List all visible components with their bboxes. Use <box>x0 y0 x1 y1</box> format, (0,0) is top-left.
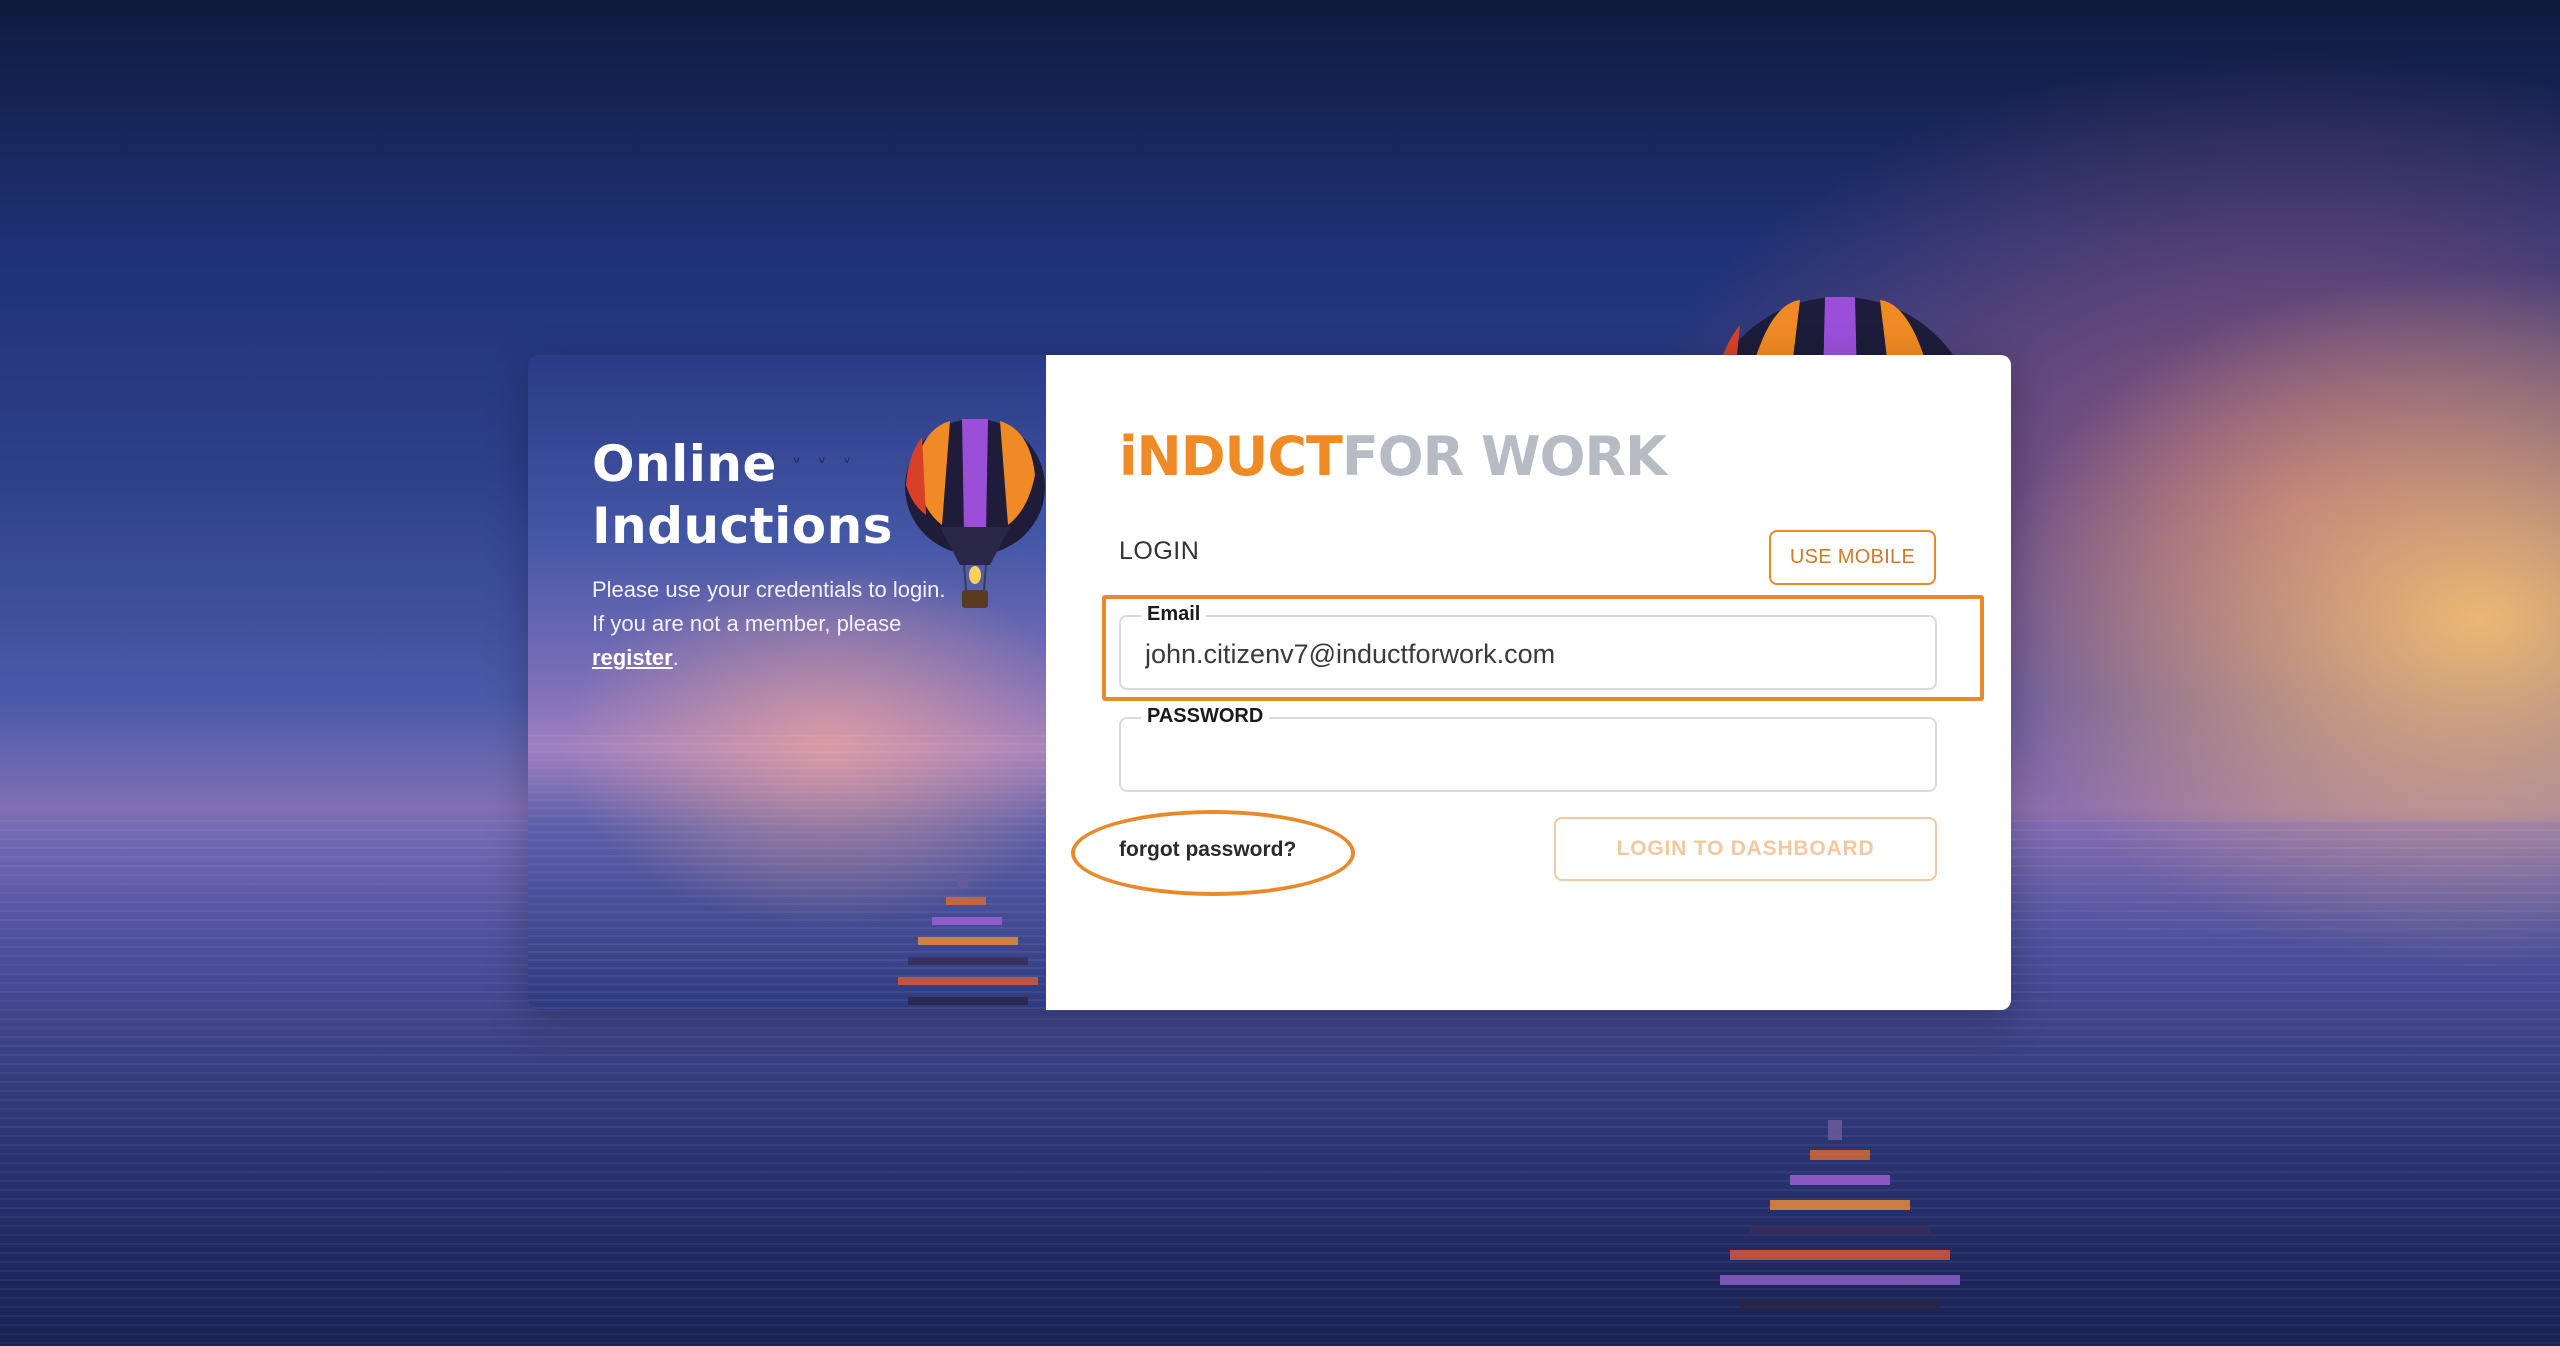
hero-title: Online Inductions <box>592 433 893 557</box>
email-field-container: Email <box>1119 603 1937 690</box>
hero-text-suffix: . <box>672 645 679 670</box>
forgot-password-link[interactable]: forgot password? <box>1119 838 1296 862</box>
logo-part-induct: iNDUCT <box>1119 425 1343 488</box>
email-label: Email <box>1141 603 1207 626</box>
register-link[interactable]: register <box>592 645 673 670</box>
password-input[interactable] <box>1145 737 1905 775</box>
hero-reflection <box>898 875 1038 1005</box>
login-heading: LOGIN <box>1119 537 1200 565</box>
hero-description: Please use your credentials to login. If… <box>592 573 972 675</box>
hero-title-line2: Inductions <box>592 497 893 555</box>
password-label: PASSWORD <box>1141 705 1270 728</box>
hero-title-line1: Online <box>592 435 777 493</box>
logo-part-forwork: FOR WORK <box>1341 425 1667 488</box>
login-to-dashboard-button[interactable]: LOGIN TO DASHBOARD <box>1554 817 1937 881</box>
inductforwork-logo: iNDUCTFOR WORK <box>1119 425 1667 488</box>
hero-text-line2: If you are not a member, please <box>592 611 902 636</box>
hero-text-line1: Please use your credentials to login. <box>592 577 946 602</box>
login-card: ᵛ ᵛ ᵛ ᵛ Online Inductions Please use you… <box>528 355 2011 1010</box>
hero-panel: ᵛ ᵛ ᵛ ᵛ Online Inductions Please use you… <box>528 355 1046 1010</box>
password-field-container: PASSWORD <box>1119 705 1937 792</box>
use-mobile-button[interactable]: USE MOBILE <box>1769 530 1936 585</box>
email-input[interactable] <box>1145 635 1905 673</box>
login-panel: iNDUCTFOR WORK LOGIN USE MOBILE Email PA… <box>1046 355 2011 1010</box>
background-reflection <box>1720 1120 1960 1310</box>
